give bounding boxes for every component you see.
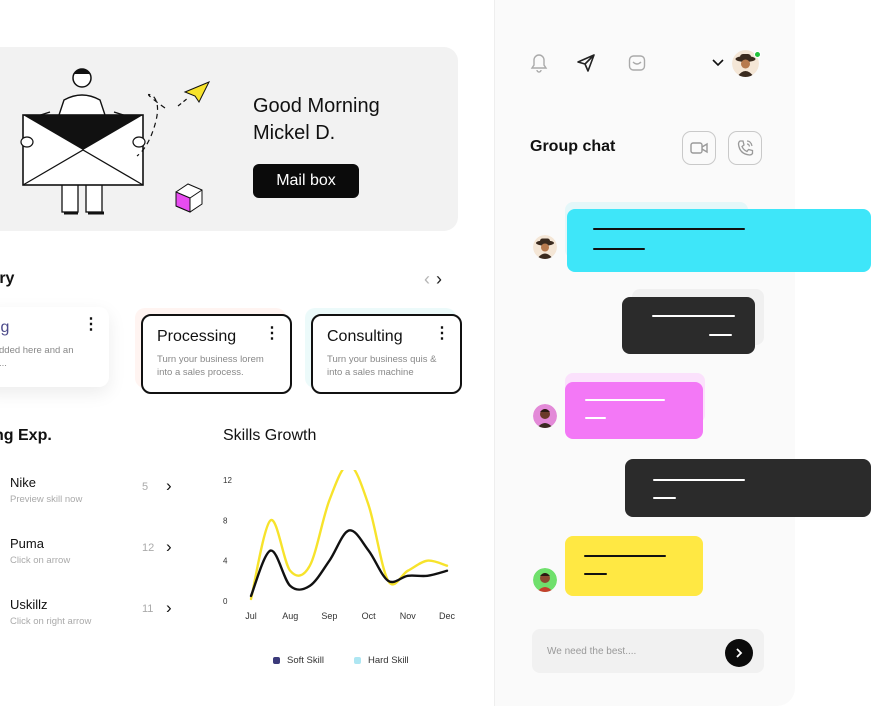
group-chat-title: Group chat: [530, 138, 616, 155]
industry-card[interactable]: Processing ⋮ Turn your business lorem in…: [141, 314, 292, 394]
item-subtitle: Click on right arrow: [10, 616, 92, 627]
message-bubble: [565, 536, 703, 596]
paper-plane-icon[interactable]: [576, 52, 596, 74]
video-icon: [690, 142, 708, 154]
chevron-right-icon[interactable]: ›: [166, 598, 172, 618]
legend-label: Hard Skill: [368, 655, 409, 666]
skills-growth-title: Skills Growth: [223, 427, 317, 444]
send-message-button[interactable]: [725, 639, 753, 667]
legend-item: Hard Skill: [354, 655, 409, 666]
envelope-illustration: [20, 68, 211, 215]
avatar: [533, 568, 557, 592]
card-description: Turn your business lorem into a sales pr…: [157, 354, 264, 378]
more-vertical-icon[interactable]: ⋮: [83, 317, 99, 333]
legend-swatch: [354, 657, 361, 664]
item-subtitle: Click on arrow: [10, 555, 71, 566]
voice-call-button[interactable]: [728, 131, 762, 165]
list-item[interactable]: Uskillz Click on right arrow 11 ›: [10, 597, 180, 641]
legend-label: Soft Skill: [287, 655, 324, 666]
x-tick-label: Aug: [282, 611, 298, 621]
greeting-line: Good Morning: [253, 95, 380, 117]
x-tick-label: Nov: [400, 611, 417, 621]
item-name: Nike: [10, 475, 37, 490]
item-count: 5: [142, 481, 149, 493]
chevron-left-icon[interactable]: ‹: [424, 270, 430, 288]
chevron-down-icon[interactable]: [711, 57, 725, 69]
chevron-right-icon[interactable]: ›: [166, 537, 172, 557]
card-title: Consulting: [327, 328, 403, 345]
inbox-icon[interactable]: [628, 52, 646, 74]
chevron-right-icon: [736, 648, 743, 658]
y-tick-label: 8: [223, 516, 228, 525]
avatar: [533, 235, 557, 259]
item-name: Uskillz: [10, 597, 48, 612]
more-vertical-icon[interactable]: ⋮: [434, 326, 450, 342]
x-tick-label: Oct: [362, 611, 377, 621]
item-count: 11: [142, 603, 154, 615]
industry-card[interactable]: Consulting ⋮ Turn your business quis & i…: [311, 314, 462, 394]
card-description: Turn your business quis & into a sales m…: [327, 354, 437, 378]
card-title: Processing: [157, 328, 237, 345]
item-subtitle: Preview skill now: [10, 494, 83, 505]
message-bubble: [625, 459, 871, 517]
bell-icon[interactable]: [530, 52, 548, 74]
y-tick-label: 0: [223, 597, 228, 606]
carousel-arrows: ‹ ›: [424, 270, 442, 288]
video-call-button[interactable]: [682, 131, 716, 165]
list-item[interactable]: Puma Click on arrow 12 ›: [10, 536, 180, 580]
x-tick-label: Sep: [321, 611, 337, 621]
more-vertical-icon[interactable]: ⋮: [264, 326, 280, 342]
industry-card[interactable]: king ⋮ ills added here and an read...: [0, 307, 109, 387]
chevron-right-icon[interactable]: ›: [436, 270, 442, 288]
legend-item: Soft Skill: [273, 655, 324, 666]
chevron-right-icon[interactable]: ›: [166, 476, 172, 496]
card-description: ills added here and an read...: [0, 345, 74, 369]
series-line-hard-skill: [249, 470, 449, 601]
avatar: [533, 404, 557, 428]
message-bubble: [565, 382, 703, 439]
online-status-indicator: [754, 51, 761, 58]
y-tick-label: 12: [223, 476, 232, 485]
user-name: Mickel D.: [253, 122, 336, 144]
skills-growth-chart: 0 4 8 12 Jul Aug Sep Oct Nov Dec: [223, 470, 456, 621]
item-name: Puma: [10, 536, 44, 551]
industry-section-title: try: [0, 270, 15, 287]
y-tick-label: 4: [223, 557, 228, 566]
list-item[interactable]: Nike Preview skill now 5 ›: [10, 475, 180, 519]
mailbox-button[interactable]: Mail box: [253, 164, 359, 198]
x-tick-label: Jul: [245, 611, 257, 621]
card-title: king: [0, 319, 10, 336]
experience-section-title: ng Exp.: [0, 427, 52, 444]
message-bubble: [622, 297, 755, 354]
message-bubble: [567, 209, 871, 272]
legend-swatch: [273, 657, 280, 664]
greeting-text: Good Morning Mickel D.: [253, 93, 433, 147]
item-count: 12: [142, 542, 155, 554]
phone-icon: [737, 140, 754, 156]
x-tick-label: Dec: [439, 611, 456, 621]
